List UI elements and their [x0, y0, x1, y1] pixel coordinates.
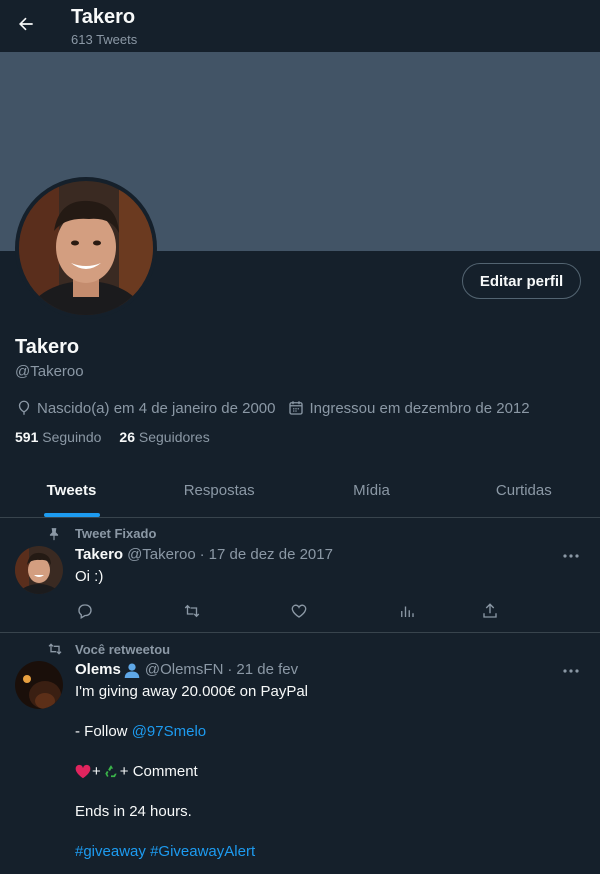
tweet-text-line: I'm giving away 20.000€ on PayPal	[75, 683, 309, 700]
tab-media-label: Mídia	[353, 481, 390, 499]
separator: ·	[199, 546, 205, 563]
tab-replies[interactable]: Respostas	[143, 463, 295, 517]
tweet-header: Olems @OlemsFN · 21 de fev	[75, 661, 298, 678]
tweet-header: Takero @Takeroo · 17 de dez de 2017	[75, 546, 333, 563]
mention-link[interactable]: @97Smelo	[132, 723, 206, 740]
birthday-text: Nascido(a) em 4 de janeiro de 2000	[37, 399, 276, 417]
tweet-text-line: Ends in 24 hours.	[75, 803, 192, 820]
retweet-icon	[48, 643, 62, 655]
pinned-label: Tweet Fixado	[75, 526, 157, 541]
hashtag-link[interactable]: #GiveawayAlert	[150, 843, 255, 860]
follow-stats: 591 Seguindo 26 Seguidores	[15, 429, 228, 445]
tab-tweets[interactable]: Tweets	[0, 463, 143, 517]
like-button[interactable]	[289, 601, 309, 621]
person-icon	[124, 662, 140, 678]
retweet-button[interactable]	[182, 601, 202, 621]
following-label: Seguindo	[42, 429, 102, 445]
avatar[interactable]	[15, 546, 63, 594]
tweet-actions	[75, 601, 505, 621]
hashtag-link[interactable]: #giveaway	[75, 843, 146, 860]
follow-prefix: - Follow	[75, 723, 132, 740]
followers-link[interactable]: 26 Seguidores	[119, 429, 209, 445]
following-link[interactable]: 591 Seguindo	[15, 429, 101, 445]
profile-meta: Nascido(a) em 4 de janeiro de 2000 Ingre…	[15, 398, 542, 418]
pin-icon	[49, 527, 59, 540]
comment-text: + Comment	[119, 763, 198, 780]
followers-label: Seguidores	[138, 429, 210, 445]
heart-icon	[291, 604, 307, 618]
tweet-author-name[interactable]: Olems	[75, 661, 121, 678]
tweet-context: Tweet Fixado	[47, 526, 156, 541]
tweet-date[interactable]: 21 de fev	[236, 661, 298, 678]
more-icon	[563, 669, 579, 673]
more-icon	[563, 554, 579, 558]
tweet-hashtags: #giveaway #GiveawayAlert	[75, 843, 255, 860]
active-tab-indicator	[43, 513, 100, 517]
tab-replies-label: Respostas	[183, 481, 255, 499]
profile-avatar[interactable]	[15, 177, 157, 319]
following-count: 591	[15, 429, 39, 445]
arrow-left-icon	[19, 17, 33, 31]
tab-likes-label: Curtidas	[495, 481, 552, 499]
more-button[interactable]	[560, 663, 582, 679]
followers-count: 26	[119, 429, 135, 445]
calendar-icon	[289, 401, 304, 415]
tweet-text: Oi :)	[75, 568, 104, 585]
tweet[interactable]: Você retweetou Olems @OlemsFN · 21 de fe…	[0, 634, 600, 874]
avatar-photo	[15, 661, 63, 709]
balloon-icon	[18, 400, 30, 415]
tab-tweets-label: Tweets	[46, 481, 97, 499]
views-button[interactable]	[397, 601, 417, 621]
reply-icon	[78, 604, 92, 619]
tweet-context: Você retweetou	[47, 641, 170, 657]
top-bar: Takero 613 Tweets	[0, 0, 600, 52]
avatar-photo	[19, 181, 153, 315]
retweeted-label: Você retweetou	[75, 641, 171, 657]
separator: ·	[227, 661, 233, 678]
share-button[interactable]	[480, 601, 500, 621]
tab-media[interactable]: Mídia	[295, 463, 447, 517]
profile-handle: @Takeroo	[15, 363, 84, 380]
tweet-author-handle[interactable]: @Takeroo	[127, 546, 196, 563]
heart-emoji-icon	[75, 764, 91, 779]
avatar[interactable]	[15, 661, 63, 709]
back-button[interactable]	[12, 10, 40, 38]
tweet-text-line: - Follow @97Smelo	[75, 723, 206, 740]
avatar-photo	[15, 546, 63, 594]
plus-sign: +	[92, 763, 101, 780]
retweet-icon	[184, 604, 200, 618]
tab-likes[interactable]: Curtidas	[448, 463, 600, 517]
tweet[interactable]: Tweet Fixado Takero @Takeroo · 17 de dez…	[0, 519, 600, 633]
more-button[interactable]	[560, 548, 582, 564]
edit-profile-button[interactable]: Editar perfil	[462, 263, 581, 299]
tweet-date[interactable]: 17 de dez de 2017	[209, 546, 333, 563]
profile-tabs: Tweets Respostas Mídia Curtidas	[0, 463, 600, 518]
header-title: Takero	[71, 6, 136, 28]
birthday-info: Nascido(a) em 4 de janeiro de 2000	[15, 399, 275, 417]
profile-name: Takero	[15, 336, 80, 358]
joined-info: Ingressou em dezembro de 2012	[287, 399, 530, 417]
tweet-author-handle[interactable]: @OlemsFN	[145, 661, 224, 678]
tweet-author-name[interactable]: Takero	[75, 546, 123, 563]
share-icon	[483, 603, 497, 618]
joined-text: Ingressou em dezembro de 2012	[309, 399, 530, 417]
tweet-count: 613 Tweets	[71, 32, 138, 47]
reply-button[interactable]	[75, 601, 95, 621]
tweet-text-line: + + Comment	[75, 763, 198, 780]
recycle-emoji-icon	[105, 765, 117, 778]
analytics-icon	[401, 606, 414, 617]
